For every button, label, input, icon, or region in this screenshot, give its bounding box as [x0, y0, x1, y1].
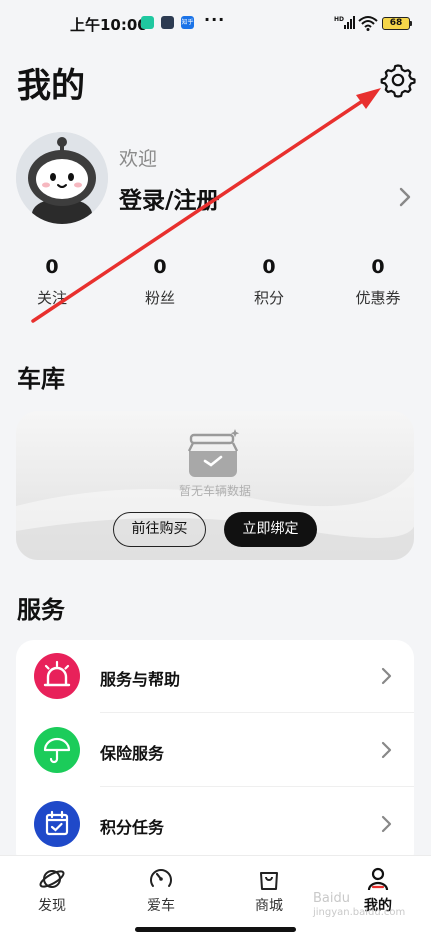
watermark-line2: jingyan.baidu.com [313, 907, 406, 918]
avatar-robot-icon [16, 132, 108, 224]
stat-points[interactable]: 0 积分 [224, 256, 314, 308]
wechat-icon [141, 16, 154, 29]
garage-title: 车库 [17, 365, 65, 393]
row-divider [100, 786, 414, 787]
services-title: 服务 [17, 596, 65, 624]
chevron-right-icon [381, 667, 392, 685]
nav-discover[interactable]: 发现 [12, 866, 92, 915]
service-points-task-row[interactable]: 积分任务 [16, 788, 414, 861]
app-icon [161, 16, 174, 29]
nav-mall[interactable]: 商城 [229, 866, 309, 915]
stat-label: 积分 [253, 289, 284, 307]
service-help-row[interactable]: 服务与帮助 [16, 640, 414, 713]
login-register-link[interactable]: 登录/注册 [119, 181, 219, 215]
stat-value: 0 [45, 256, 59, 278]
nav-label: 商城 [255, 898, 283, 914]
stat-coupons[interactable]: 0 优惠券 [333, 256, 423, 308]
chevron-right-icon [381, 815, 392, 833]
nav-label: 发现 [38, 898, 66, 914]
steering-icon [150, 869, 172, 887]
avatar[interactable] [16, 132, 108, 224]
stat-value: 0 [153, 256, 167, 278]
stat-follow[interactable]: 0 关注 [7, 256, 97, 308]
calendar-check-icon [34, 801, 80, 847]
nav-label: 爱车 [147, 898, 175, 914]
empty-garage-text: 暂无车辆数据 [178, 484, 251, 498]
zhihu-icon: 知乎 [181, 16, 194, 29]
row-divider [100, 712, 414, 713]
status-time: 上午10:00 [70, 16, 148, 34]
planet-icon [39, 870, 65, 888]
welcome-text: 欢迎 [119, 148, 158, 170]
person-icon [367, 867, 389, 891]
service-label: 服务与帮助 [100, 670, 181, 689]
gear-icon [380, 64, 416, 98]
stat-label: 优惠券 [355, 289, 401, 307]
service-insurance-row[interactable]: 保险服务 [16, 714, 414, 787]
shopping-bag-icon [260, 872, 278, 890]
umbrella-icon [34, 727, 80, 773]
services-card: 服务与帮助 保险服务 积分任务 [16, 640, 414, 870]
go-buy-button[interactable]: 前往购买 [113, 512, 206, 547]
stat-label: 关注 [36, 289, 67, 307]
service-label: 积分任务 [100, 818, 165, 837]
stat-fans[interactable]: 0 粉丝 [115, 256, 205, 308]
status-bar: 上午10:00 知乎 ··· HD 68 [0, 0, 431, 48]
watermark: Baidu jingyan.baidu.com [313, 892, 405, 920]
more-dots-icon: ··· [204, 10, 226, 29]
siren-icon [34, 653, 80, 699]
wifi-icon [358, 16, 378, 31]
page-title: 我的 [17, 66, 85, 106]
stat-value: 0 [371, 256, 385, 278]
empty-box-icon [187, 429, 240, 477]
chevron-right-icon [381, 741, 392, 759]
chevron-right-icon[interactable] [395, 186, 415, 208]
battery-tip [410, 21, 412, 26]
settings-button[interactable] [380, 62, 416, 98]
network-label: HD [334, 16, 344, 23]
battery-indicator: 68 [382, 17, 410, 30]
garage-card: 暂无车辆数据 前往购买 立即绑定 [16, 411, 414, 560]
service-label: 保险服务 [100, 744, 165, 763]
bind-now-button[interactable]: 立即绑定 [224, 512, 317, 547]
stat-label: 粉丝 [144, 289, 175, 307]
watermark-line1: Baidu [313, 891, 350, 906]
home-indicator [135, 927, 296, 932]
signal-icon: HD [334, 16, 355, 29]
stat-value: 0 [262, 256, 276, 278]
nav-car[interactable]: 爱车 [121, 866, 201, 915]
